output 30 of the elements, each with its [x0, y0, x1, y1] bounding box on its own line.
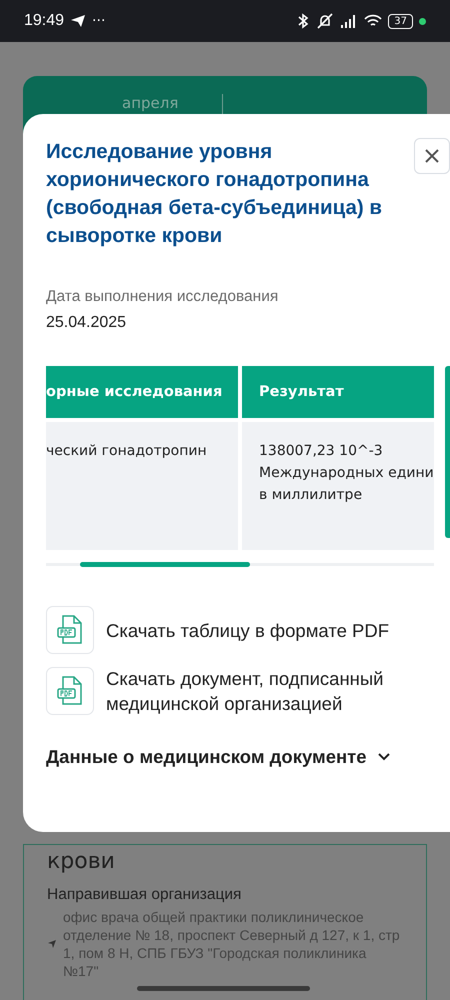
close-icon	[424, 148, 440, 164]
table-cell: 138007,23 10^-3 Международных едини в миллилитре	[242, 422, 434, 550]
field-label: Направившая организация	[47, 886, 242, 904]
card-title: крови	[47, 849, 116, 874]
bluetooth-icon	[296, 13, 310, 29]
date-value: 25.04.2025	[46, 314, 128, 332]
scrollbar[interactable]	[445, 366, 450, 538]
date-label: Дата выполнения исследования	[46, 288, 280, 306]
details-toggle[interactable]: Данные о медицинском документе	[46, 746, 391, 768]
table-cell: ческий гонадотропин	[46, 422, 238, 550]
more-notifications: ···	[92, 13, 106, 29]
field-value: офис врача общей практики поликлиническое отделение № 18, проспект Северный д 127, к 1, стр 1, пом 8 Н, СПБ ГБУЗ "Городская поликлиника №17"	[63, 908, 401, 980]
close-button[interactable]	[414, 138, 450, 174]
paper-plane-icon	[70, 14, 86, 28]
pdf-file-icon[interactable]	[46, 667, 94, 715]
battery-indicator: 37	[388, 14, 413, 28]
download-link[interactable]: Скачать документ, подписанный медицинской организацией	[106, 666, 406, 716]
status-dot	[419, 18, 426, 24]
wifi-icon	[364, 14, 382, 28]
location-arrow-icon	[47, 939, 57, 949]
pdf-file-icon[interactable]	[46, 606, 94, 654]
modal-title: Исследование уровня хорионического гонадотропина (свободная бета-субъединица) в сыворотке крови	[46, 139, 384, 249]
chevron-icon	[376, 752, 391, 762]
column-header: Результат	[242, 366, 434, 418]
muted-bell-icon	[316, 12, 334, 30]
download-link[interactable]: Скачать таблицу в формате PDF	[106, 618, 406, 642]
clock: 19:49	[24, 12, 64, 30]
date-month: апреля	[122, 94, 178, 112]
scrollbar-thumb[interactable]	[80, 562, 250, 567]
column-header: орные исследования	[46, 366, 238, 418]
